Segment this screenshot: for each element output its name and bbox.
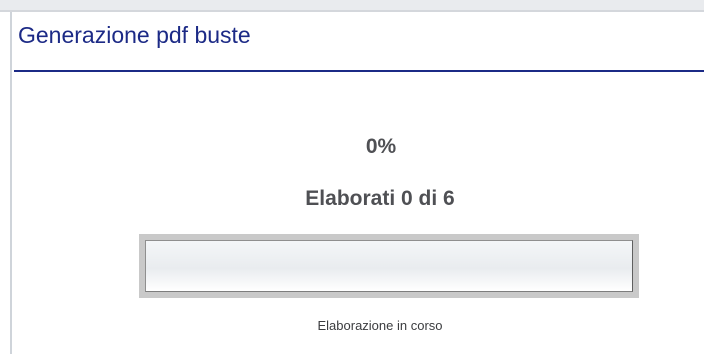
status-text: Elaborazione in corso (317, 318, 443, 333)
panel-title: Generazione pdf buste (18, 22, 251, 48)
processed-count: Elaborati 0 di 6 (305, 187, 455, 210)
progress-panel (12, 14, 704, 354)
progress-percent: 0% (365, 135, 397, 158)
window-top-strip (0, 0, 704, 12)
progress-bar (139, 234, 639, 298)
title-underline (14, 70, 704, 72)
progress-bar-track (145, 240, 633, 292)
